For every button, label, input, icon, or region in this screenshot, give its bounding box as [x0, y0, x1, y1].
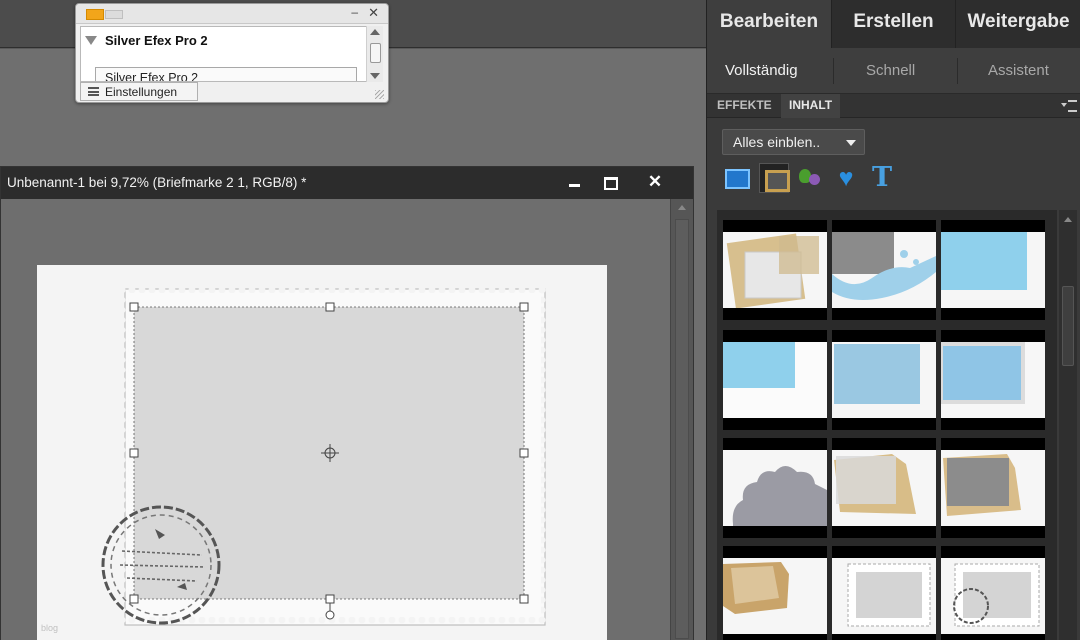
scroll-thumb[interactable]: [370, 43, 381, 63]
content-thumbnail[interactable]: [832, 438, 936, 538]
thumbnail-art: [834, 454, 916, 514]
scroll-thumb[interactable]: [675, 219, 689, 639]
content-scrollbar[interactable]: [1059, 210, 1077, 640]
document-title: Unbenannt-1 bei 9,72% (Briefmarke 2 1, R…: [7, 175, 307, 190]
settings-tab-label: Einstellungen: [105, 85, 178, 99]
mode-assistent[interactable]: Assistent: [988, 62, 1049, 79]
thumbnail-art: [723, 562, 789, 614]
document-vertical-scrollbar[interactable]: [670, 199, 693, 640]
scroll-up-icon[interactable]: [1064, 217, 1072, 222]
panel-titlebar[interactable]: – ✕: [76, 4, 388, 24]
content-thumbnail[interactable]: [723, 330, 827, 430]
thumbnail-art: [732, 466, 827, 526]
plugin-logo-secondary-icon: [105, 10, 123, 19]
mode-schnell[interactable]: Schnell: [866, 62, 915, 79]
thumbnail-art: [847, 563, 931, 627]
watermark-text: blog: [41, 623, 59, 633]
content-thumbnail[interactable]: [941, 330, 1045, 430]
stamp-artwork: [101, 285, 549, 626]
thumbnail-art: [953, 563, 1040, 627]
graphic-icon[interactable]: [795, 163, 825, 193]
content-thumbnail[interactable]: [832, 330, 936, 430]
panel-menu-icon[interactable]: [1061, 99, 1077, 112]
panel-tab-bar: EFFEKTE INHALT: [707, 94, 1080, 118]
content-filter-dropdown[interactable]: Alles einblen..: [722, 129, 865, 155]
scroll-down-icon[interactable]: [370, 73, 380, 79]
settings-list-icon: [88, 87, 99, 96]
document-minimize-button[interactable]: [563, 171, 585, 193]
main-tab-bar: Bearbeiten Erstellen Weitergabe: [707, 0, 1080, 48]
background-icon[interactable]: [721, 163, 751, 193]
resize-grip-icon[interactable]: [375, 90, 384, 99]
panel-scrollbar[interactable]: [366, 26, 383, 82]
content-thumbnail[interactable]: [832, 546, 936, 640]
content-thumbnail[interactable]: [723, 220, 827, 320]
thumbnail-art: [832, 342, 936, 418]
frame-icon[interactable]: [759, 163, 790, 193]
tab-erstellen[interactable]: Erstellen: [831, 0, 955, 48]
scroll-thumb[interactable]: [1062, 286, 1074, 366]
scroll-up-icon[interactable]: [678, 205, 686, 210]
panel-close-button[interactable]: ✕: [368, 5, 379, 21]
panel-minimize-button[interactable]: –: [351, 5, 358, 19]
shape-heart-icon[interactable]: ♥: [831, 163, 861, 193]
text-icon[interactable]: T: [867, 163, 897, 193]
tab-bearbeiten[interactable]: Bearbeiten: [707, 0, 831, 48]
mode-divider: [957, 58, 958, 84]
mode-tab-bar: Vollständig Schnell Assistent: [707, 48, 1080, 94]
mode-divider: [833, 58, 834, 84]
panel-body: Silver Efex Pro 2 Silver Efex Pro 2: [80, 26, 368, 82]
document-maximize-button[interactable]: [599, 171, 621, 193]
content-thumbnail[interactable]: [723, 546, 827, 640]
thumbnail-art: [943, 454, 1021, 516]
canvas-paper[interactable]: [37, 265, 607, 640]
plugin-list-item[interactable]: Silver Efex Pro 2: [95, 67, 357, 81]
tab-weitergabe[interactable]: Weitergabe: [955, 0, 1080, 48]
thumbnail-art: [941, 342, 1045, 418]
scroll-up-icon[interactable]: [370, 29, 380, 35]
thumbnail-art: [832, 232, 936, 300]
document-titlebar[interactable]: Unbenannt-1 bei 9,72% (Briefmarke 2 1, R…: [1, 167, 693, 199]
right-panel: Bearbeiten Erstellen Weitergabe Vollstän…: [706, 0, 1080, 640]
silver-efex-panel[interactable]: – ✕ Silver Efex Pro 2 Silver Efex Pro 2 …: [75, 3, 389, 103]
content-thumbnail[interactable]: [941, 546, 1045, 640]
settings-tab[interactable]: Einstellungen: [80, 82, 198, 101]
thumbnail-art: [726, 233, 819, 308]
thumbnail-art: [941, 232, 1027, 290]
content-thumbnail[interactable]: [723, 438, 827, 538]
content-thumbnail[interactable]: [941, 220, 1045, 320]
document-canvas-area[interactable]: blog: [1, 199, 671, 640]
panel-tab-effekte[interactable]: EFFEKTE: [709, 94, 780, 118]
collapse-triangle-icon[interactable]: [85, 36, 97, 45]
mode-vollstaendig[interactable]: Vollständig: [725, 62, 798, 79]
content-thumbnail[interactable]: [941, 438, 1045, 538]
content-thumbnail[interactable]: [832, 220, 936, 320]
panel-tab-inhalt[interactable]: INHALT: [781, 94, 841, 118]
document-window: Unbenannt-1 bei 9,72% (Briefmarke 2 1, R…: [0, 166, 694, 640]
plugin-logo-icon: [86, 9, 104, 20]
thumbnail-art: [723, 342, 827, 418]
panel-heading: Silver Efex Pro 2: [105, 33, 208, 48]
document-close-button[interactable]: ✕: [644, 171, 666, 193]
